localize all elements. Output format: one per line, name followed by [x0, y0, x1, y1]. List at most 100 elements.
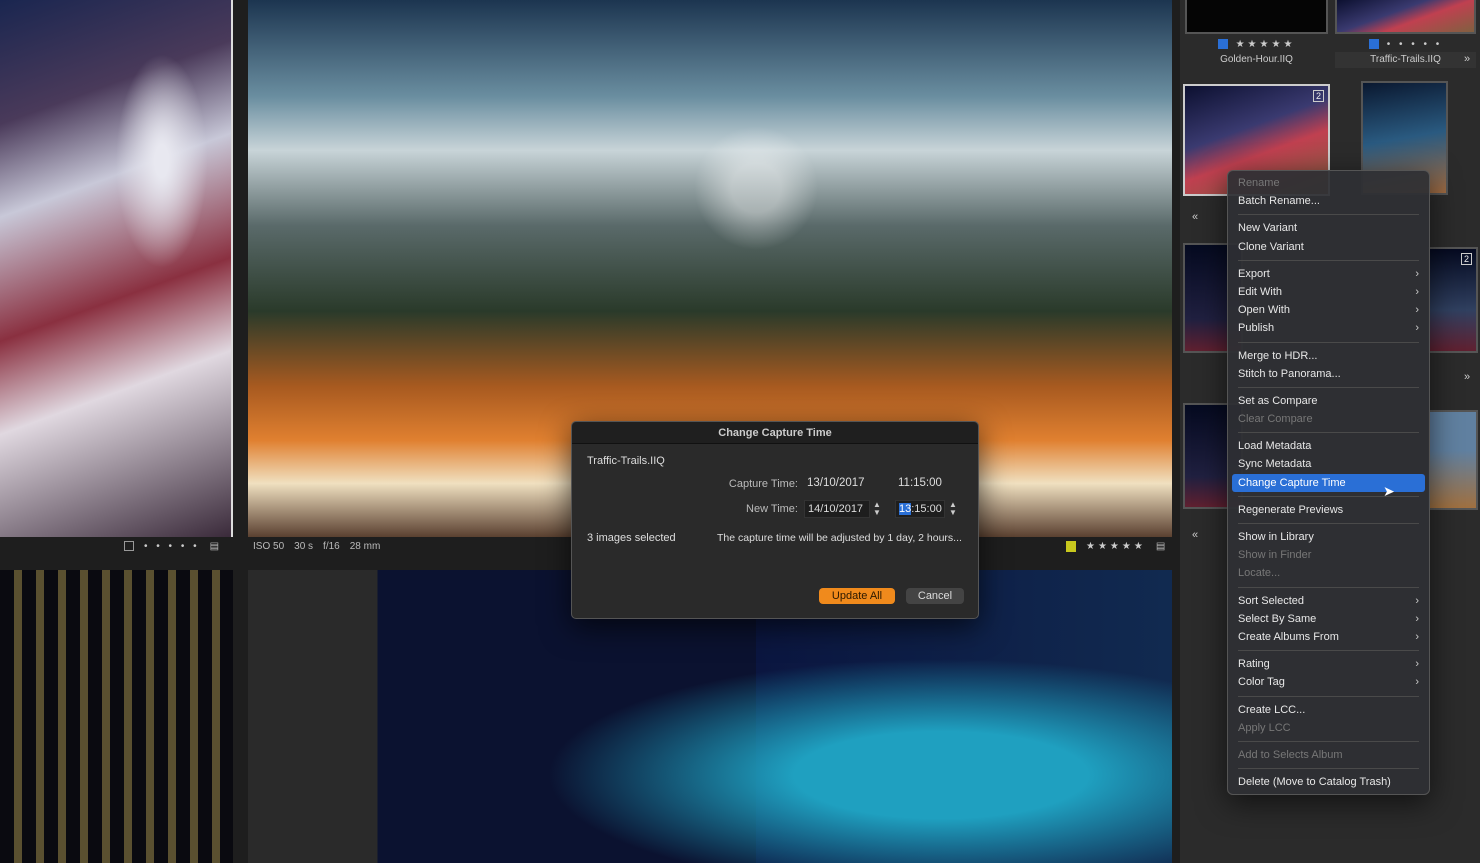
- menu-item-label: Change Capture Time: [1238, 476, 1346, 489]
- rating-dots[interactable]: • • • • •: [144, 541, 200, 552]
- capture-time-label: Capture Time:: [728, 478, 798, 490]
- viewer-image-bottom-left[interactable]: [0, 570, 233, 863]
- context-menu: Rename Batch Rename... New Variant Clone Va…: [1227, 170, 1430, 796]
- menu-separator: [1238, 214, 1419, 216]
- menu-separator: [1238, 259, 1419, 261]
- menu-item-color-tag[interactable]: Color Tag ›: [1232, 673, 1425, 691]
- viewer-image-left[interactable]: [0, 0, 233, 537]
- next-icon[interactable]: »: [1464, 53, 1470, 65]
- aperture: f/16: [323, 540, 340, 552]
- iso: ISO 50: [253, 540, 285, 552]
- thumb-rating[interactable]: ★★★★★: [1185, 39, 1328, 50]
- menu-item-locate: Locate...: [1232, 564, 1425, 582]
- new-time-label: New Time:: [746, 503, 798, 515]
- menu-separator: [1238, 768, 1419, 770]
- menu-item-label: Apply LCC: [1238, 721, 1291, 734]
- menu-separator: [1238, 386, 1419, 388]
- main-image-info: ISO 50 30 s f/16 28 mm: [253, 537, 380, 555]
- star-rating[interactable]: ★★★★★: [1086, 541, 1146, 552]
- menu-item-new-variant[interactable]: New Variant: [1232, 219, 1425, 237]
- menu-item-batch-rename[interactable]: Batch Rename...: [1232, 192, 1425, 210]
- menu-item-sort-selected[interactable]: Sort Selected ›: [1232, 592, 1425, 610]
- prev-icon[interactable]: «: [1192, 211, 1198, 223]
- menu-separator: [1238, 341, 1419, 343]
- cancel-button[interactable]: Cancel: [906, 588, 964, 604]
- menu-item-create-lcc[interactable]: Create LCC...: [1232, 701, 1425, 719]
- menu-item-open-with[interactable]: Open With ›: [1232, 301, 1425, 319]
- menu-item-label: Sync Metadata: [1238, 458, 1312, 471]
- menu-separator: [1238, 523, 1419, 524]
- thumbnail-golden-hour[interactable]: [1185, 0, 1328, 34]
- menu-item-show-in-library[interactable]: Show in Library: [1232, 528, 1425, 546]
- selected-count: 3 images selected: [587, 532, 676, 544]
- new-date-field[interactable]: 14/10/2017: [804, 500, 870, 518]
- menu-item-rename: Rename: [1232, 174, 1425, 192]
- menu-item-stitch-to-panorama[interactable]: Stitch to Panorama...: [1232, 365, 1425, 383]
- menu-separator: [1238, 586, 1419, 588]
- thumbnail[interactable]: 2: [1428, 247, 1478, 353]
- chevron-right-icon: ›: [1415, 612, 1419, 625]
- date-stepper[interactable]: ▲ ▼: [872, 501, 882, 517]
- left-image-info: • • • • • ▤: [124, 537, 219, 555]
- adjust-note: The capture time will be adjusted by 1 d…: [717, 532, 962, 544]
- prev-icon[interactable]: «: [1192, 529, 1198, 541]
- thumbnail-traffic-trails[interactable]: [1335, 0, 1476, 34]
- menu-item-label: New Variant: [1238, 222, 1298, 235]
- menu-item-edit-with[interactable]: Edit With ›: [1232, 283, 1425, 301]
- menu-separator: [1238, 432, 1419, 434]
- menu-item-label: Locate...: [1238, 567, 1281, 580]
- menu-item-label: Add to Selects Album: [1238, 748, 1343, 761]
- chevron-right-icon: ›: [1415, 267, 1419, 280]
- menu-item-load-metadata[interactable]: Load Metadata: [1232, 437, 1425, 455]
- menu-item-set-as-compare[interactable]: Set as Compare: [1232, 392, 1425, 410]
- menu-item-label: Create Albums From: [1238, 630, 1339, 643]
- menu-item-clone-variant[interactable]: Clone Variant: [1232, 238, 1425, 256]
- chevron-right-icon: ›: [1415, 322, 1419, 335]
- thumb-rating[interactable]: • • • • •: [1335, 39, 1476, 50]
- menu-item-label: Export: [1238, 267, 1270, 280]
- mouse-cursor-icon: ➤: [1383, 483, 1395, 499]
- chevron-right-icon: ›: [1415, 676, 1419, 689]
- menu-item-label: Rename: [1238, 177, 1280, 189]
- variant-count-badge: 2: [1312, 90, 1324, 102]
- menu-item-sync-metadata[interactable]: Sync Metadata: [1232, 455, 1425, 473]
- checkbox[interactable]: [124, 541, 134, 551]
- chevron-right-icon: ›: [1415, 658, 1419, 671]
- menu-item-rating[interactable]: Rating ›: [1232, 655, 1425, 673]
- chevron-right-icon: ›: [1415, 594, 1419, 607]
- thumb-filename: Traffic-Trails.IIQ: [1335, 52, 1476, 68]
- menu-item-label: Show in Library: [1238, 531, 1314, 543]
- color-tag[interactable]: [1066, 540, 1076, 552]
- menu-item-regenerate-previews[interactable]: Regenerate Previews: [1232, 501, 1425, 519]
- menu-item-label: Load Metadata: [1238, 440, 1312, 453]
- variant-icon: ▤: [1155, 540, 1166, 552]
- menu-item-label: Show in Finder: [1238, 549, 1312, 562]
- menu-item-label: Edit With: [1238, 285, 1283, 298]
- chevron-right-icon: ›: [1415, 630, 1419, 643]
- menu-item-label: Batch Rename...: [1238, 195, 1320, 208]
- menu-item-publish[interactable]: Publish ›: [1232, 319, 1425, 337]
- thumbnail[interactable]: [1428, 410, 1478, 510]
- next-icon[interactable]: »: [1464, 371, 1470, 383]
- capture-time: 11:15:00: [898, 477, 942, 489]
- time-stepper[interactable]: ▲ ▼: [948, 501, 958, 517]
- menu-item-select-by-same[interactable]: Select By Same ›: [1232, 610, 1425, 628]
- menu-item-label: Color Tag: [1238, 676, 1285, 689]
- variant-count-badge: 2: [1460, 253, 1472, 265]
- hour-selection: 13: [899, 503, 912, 515]
- menu-item-export[interactable]: Export ›: [1232, 265, 1425, 283]
- menu-item-change-capture-time[interactable]: Change Capture Time: [1232, 473, 1425, 492]
- capture-date: 13/10/2017: [807, 477, 865, 489]
- dialog-filename: Traffic-Trails.IIQ: [587, 455, 665, 467]
- change-capture-time-dialog: Change Capture Time Traffic-Trails.IIQ C…: [571, 421, 979, 619]
- focal-length: 28 mm: [349, 540, 381, 552]
- menu-item-merge-to-hdr[interactable]: Merge to HDR...: [1232, 347, 1425, 365]
- menu-separator: [1238, 695, 1419, 697]
- thumb-filename: Golden-Hour.IIQ: [1220, 54, 1293, 65]
- update-all-button[interactable]: Update All: [819, 588, 895, 604]
- new-time-field[interactable]: 13:15:00: [895, 500, 945, 518]
- menu-item-create-albums-from[interactable]: Create Albums From ›: [1232, 628, 1425, 646]
- chevron-right-icon: ›: [1415, 285, 1419, 298]
- menu-item-delete-move-to-catalog-trash[interactable]: Delete (Move to Catalog Trash): [1232, 773, 1425, 791]
- menu-separator: [1238, 740, 1419, 742]
